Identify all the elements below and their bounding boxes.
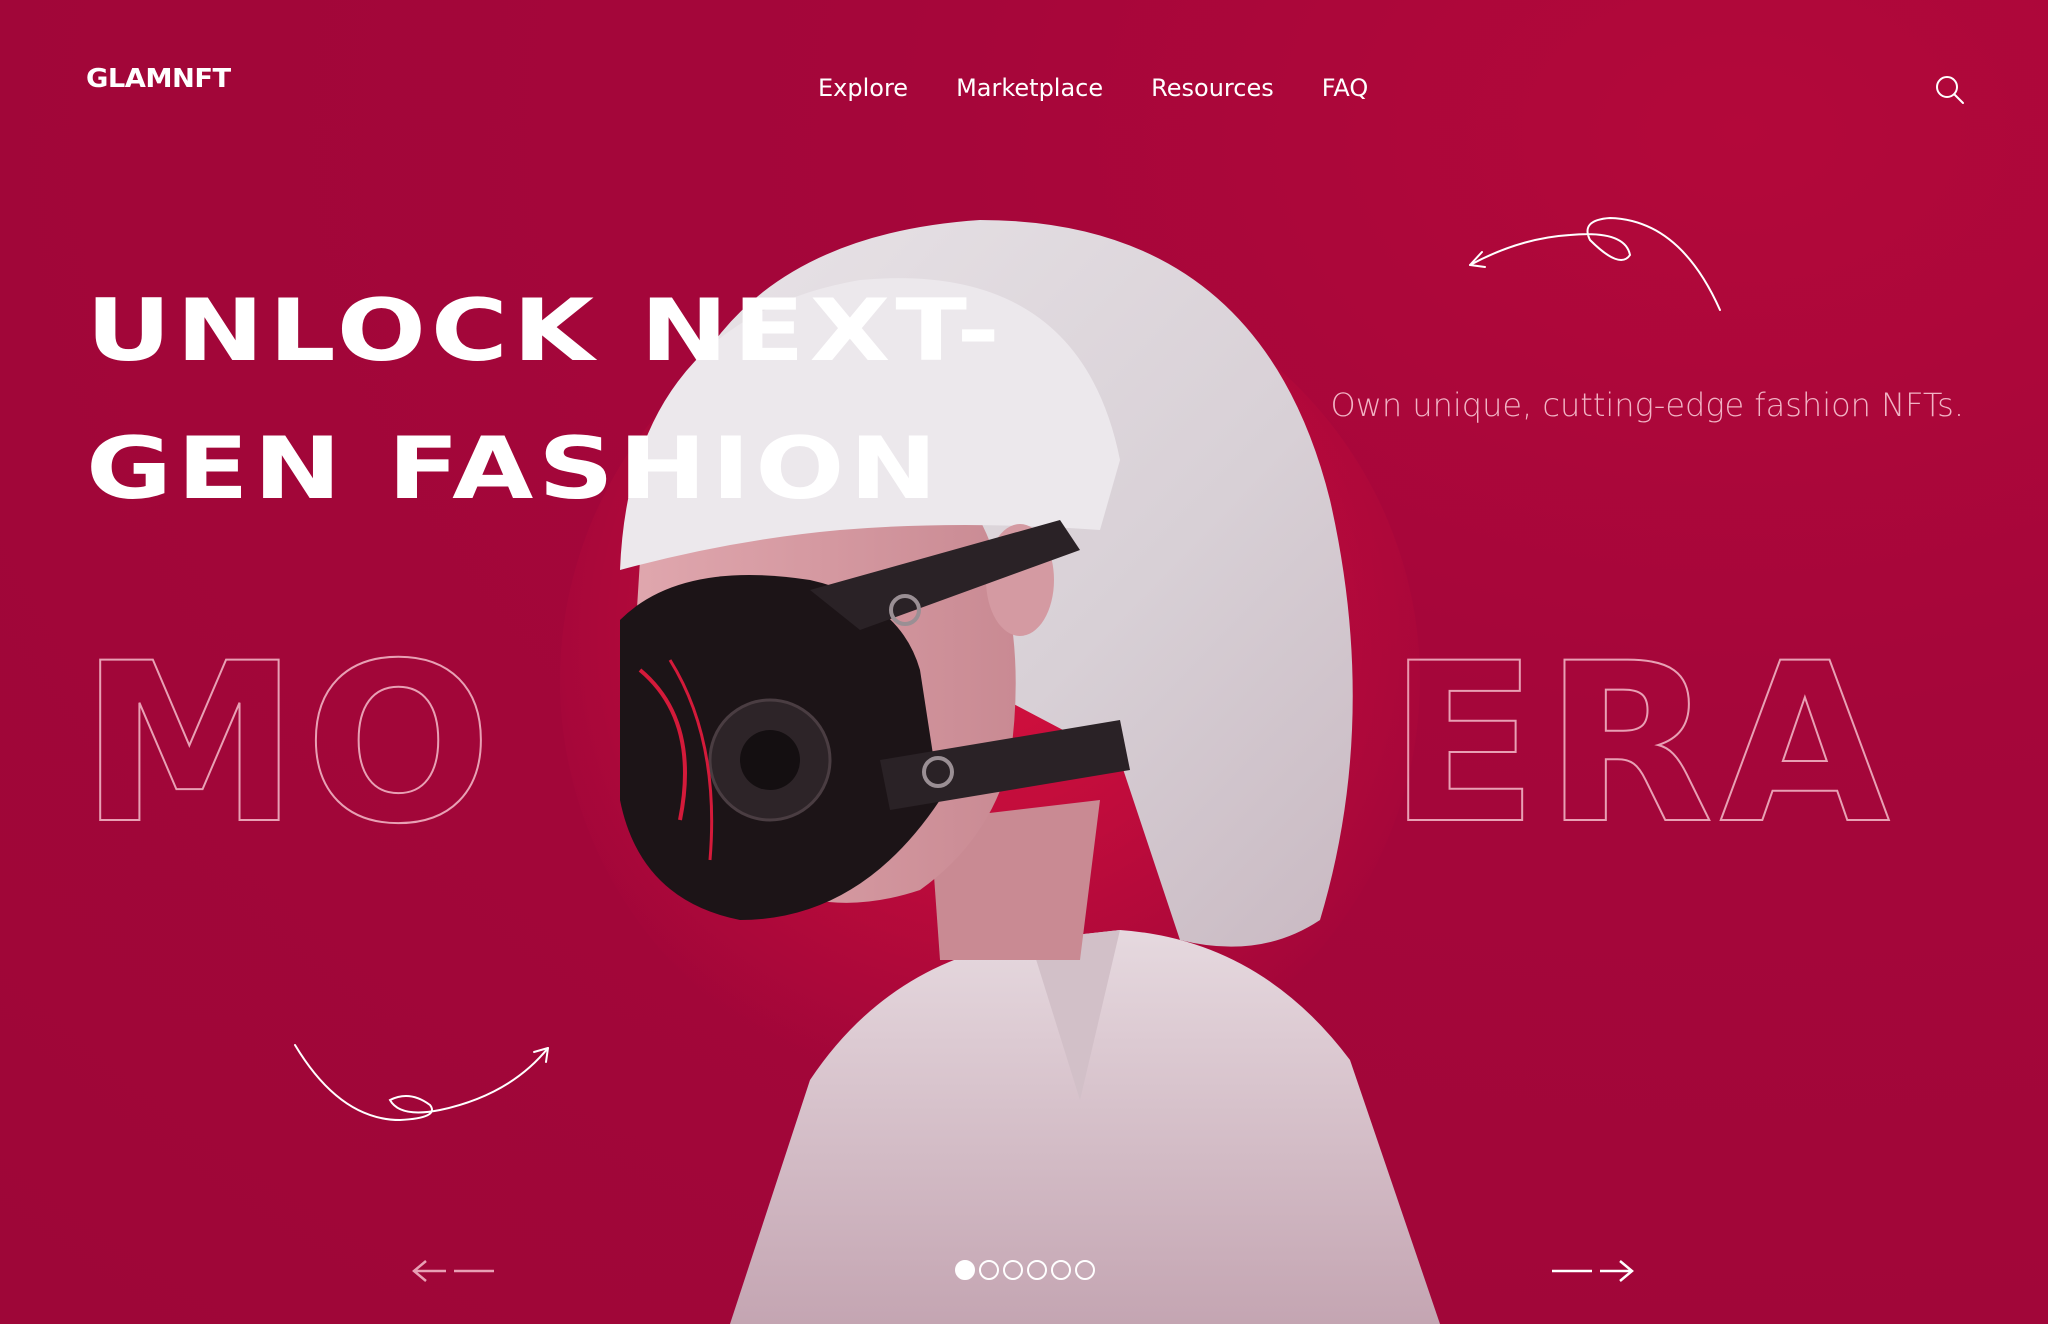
doodle-arrow-bottom-icon: [294, 1044, 549, 1122]
arrow-left-icon[interactable]: [410, 1258, 494, 1284]
hero-title: UNLOCK NEXT- GEN FASHION: [86, 262, 1005, 538]
outline-word-right: ERA: [1388, 616, 1896, 872]
doodle-arrow-top-icon: [1469, 216, 1721, 311]
carousel-dot-6[interactable]: [1075, 1260, 1095, 1280]
arrow-right-icon[interactable]: [1552, 1258, 1636, 1284]
hero-title-line-1: UNLOCK NEXT-: [86, 281, 1005, 381]
outline-word-left: MO: [80, 616, 498, 872]
carousel-dot-3[interactable]: [1003, 1260, 1023, 1280]
carousel-dot-1[interactable]: [955, 1260, 975, 1280]
carousel-dots: [955, 1260, 1095, 1280]
carousel-dot-5[interactable]: [1051, 1260, 1071, 1280]
carousel-dot-4[interactable]: [1027, 1260, 1047, 1280]
hero-title-line-2: GEN FASHION: [86, 419, 943, 519]
carousel-dot-2[interactable]: [979, 1260, 999, 1280]
